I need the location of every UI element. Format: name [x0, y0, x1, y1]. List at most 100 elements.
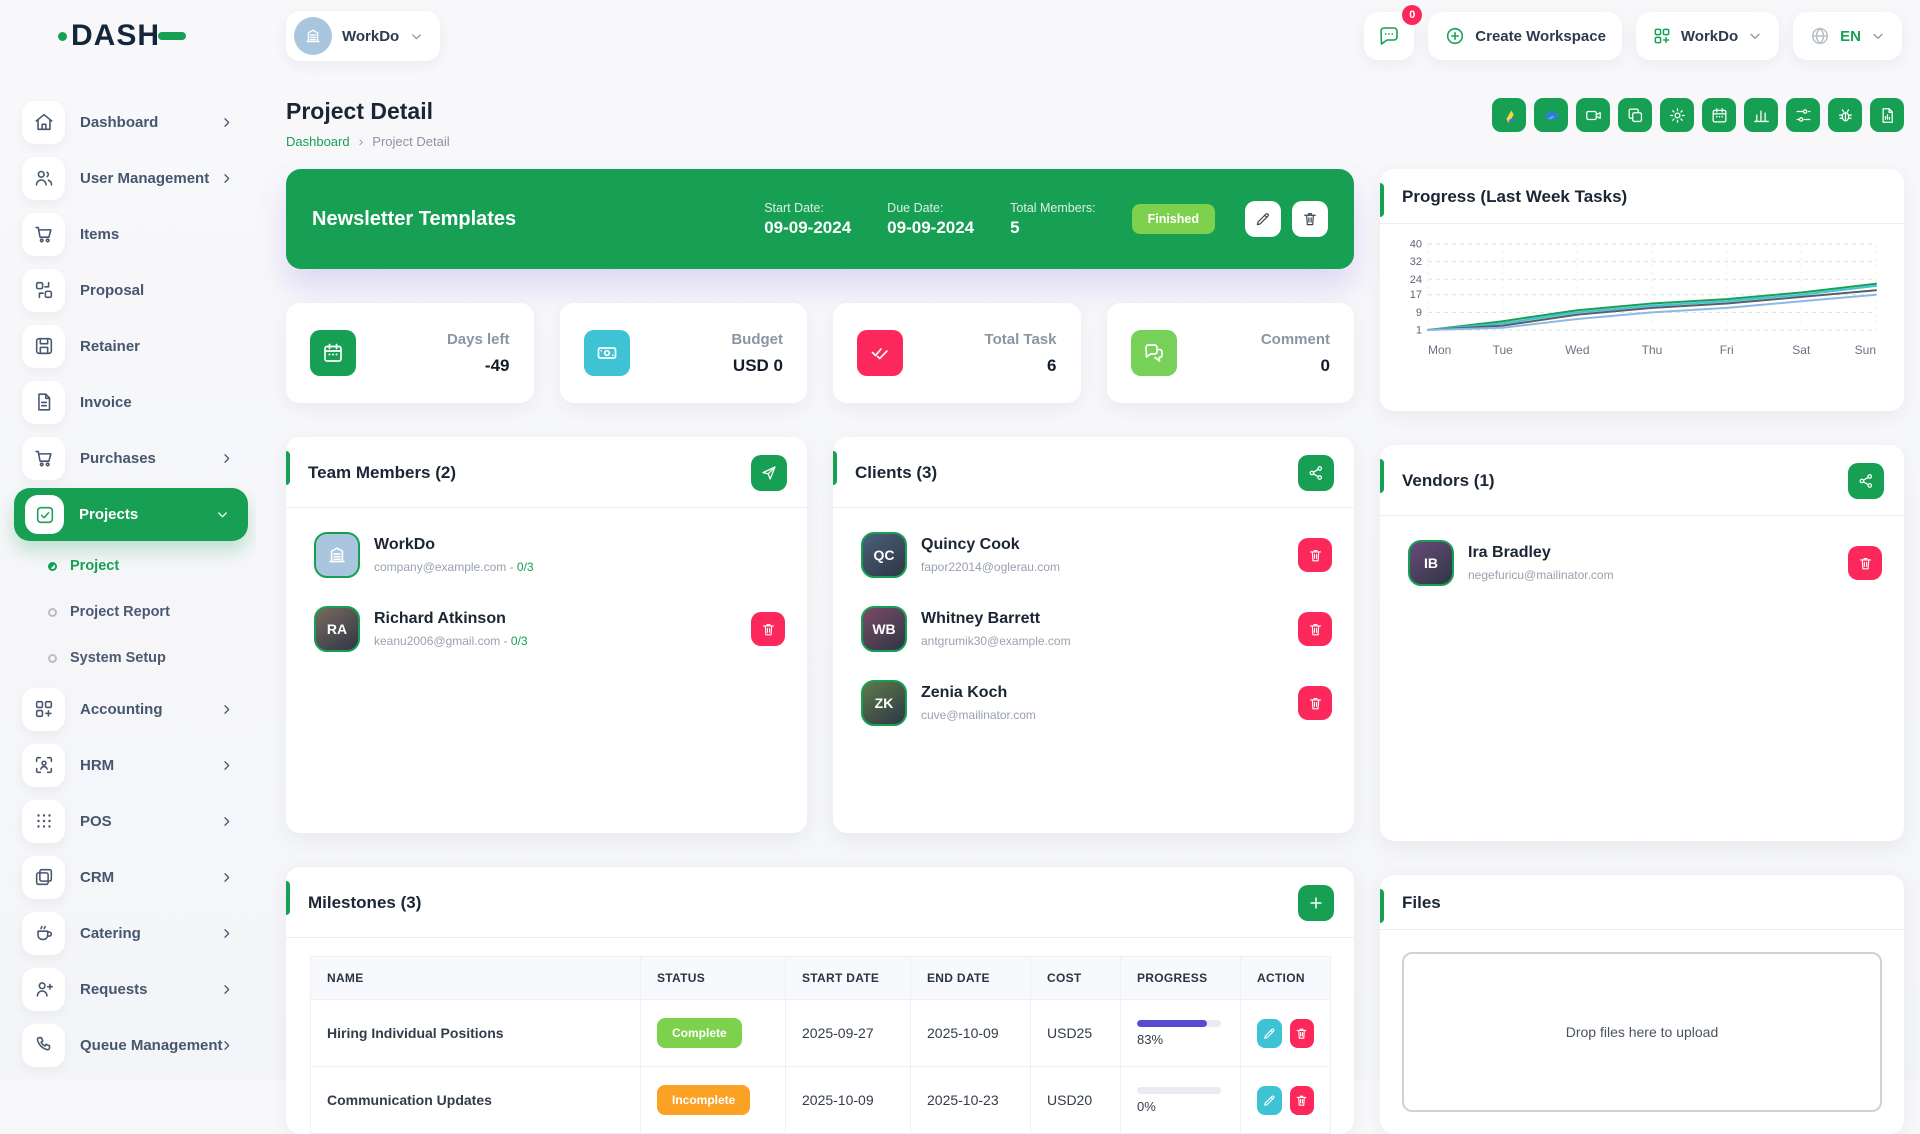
remove-member-button[interactable]: [1848, 546, 1882, 580]
breadcrumb-dashboard-link[interactable]: Dashboard: [286, 134, 350, 149]
file-dropzone[interactable]: Drop files here to upload: [1402, 952, 1882, 1112]
file-report-button[interactable]: [1870, 98, 1904, 132]
copy-button[interactable]: [1618, 98, 1652, 132]
milestone-start-date: 2025-10-09: [786, 1067, 911, 1134]
member-email: cuve@mailinator.com: [921, 708, 1036, 722]
sidebar: Dashboard User ManagementItemsProposalRet…: [0, 72, 256, 1080]
sidebar-subitem-project-report[interactable]: Project Report: [14, 589, 256, 635]
sidebar-item-crm[interactable]: CRM: [14, 849, 256, 905]
onedrive-button[interactable]: [1534, 98, 1568, 132]
delete-project-button[interactable]: [1292, 201, 1328, 237]
sidebar-item-label: Dashboard: [80, 114, 158, 131]
cart-icon: [22, 213, 65, 256]
calendar-button[interactable]: [1702, 98, 1736, 132]
cart-icon: [22, 437, 65, 480]
messages-button[interactable]: 0: [1364, 12, 1414, 60]
sidebar-item-hrm[interactable]: HRM: [14, 737, 256, 793]
language-label: EN: [1840, 28, 1861, 45]
milestone-name: Communication Updates: [311, 1067, 641, 1134]
sidebar-item-dashboard[interactable]: Dashboard: [14, 94, 256, 150]
sidebar-subitem-system-setup[interactable]: System Setup: [14, 635, 256, 681]
chevron-down-icon: [1747, 28, 1763, 44]
remove-member-button[interactable]: [1298, 538, 1332, 572]
progress-bar: [1137, 1020, 1221, 1027]
column-header-start-date: START DATE: [786, 957, 911, 1000]
gear-button[interactable]: [1660, 98, 1694, 132]
sidebar-item-proposal[interactable]: Proposal: [14, 262, 256, 318]
add-milestone-button[interactable]: [1298, 885, 1334, 921]
stat-card-comment: Comment0: [1107, 303, 1355, 403]
sidebar-item-label: Queue Management: [80, 1037, 223, 1054]
bug-icon: [1836, 106, 1855, 125]
chevron-down-icon: [1870, 28, 1886, 44]
sidebar-item-label: POS: [80, 813, 112, 830]
breadcrumb-separator-icon: ›: [359, 133, 364, 149]
column-header-end-date: END DATE: [911, 957, 1031, 1000]
sidebar-item-user-management[interactable]: User Management: [14, 150, 256, 206]
files-card: Files Drop files here to upload: [1380, 875, 1904, 1134]
coffee-icon: [22, 912, 65, 955]
remove-member-button[interactable]: [1298, 612, 1332, 646]
progress-chart: 4032241791MonTueWedThuFriSatSun: [1380, 224, 1904, 369]
timeline-button[interactable]: [1786, 98, 1820, 132]
create-workspace-button[interactable]: Create Workspace: [1428, 12, 1622, 60]
stats-row: Days left-49BudgetUSD 0Total Task6Commen…: [286, 303, 1354, 403]
sidebar-subitem-project[interactable]: Project: [14, 543, 256, 589]
bug-button[interactable]: [1828, 98, 1862, 132]
top-header: DASH WorkDo 0 Create Workspace WorkDo EN: [0, 0, 1920, 72]
progress-title: Progress (Last Week Tasks): [1402, 187, 1627, 207]
double-check-icon: [857, 330, 903, 376]
invite-member-button[interactable]: [751, 455, 787, 491]
chevron-right-icon: [219, 814, 234, 829]
chevron-right-icon: [219, 451, 234, 466]
app-menu-button[interactable]: WorkDo: [1636, 12, 1779, 60]
chevron-down-icon: [215, 507, 230, 522]
member-email: fapor22014@oglerau.com: [921, 560, 1060, 574]
accent-bar: [833, 451, 837, 485]
sidebar-subitem-label: System Setup: [70, 650, 166, 666]
app-logo[interactable]: DASH: [58, 19, 186, 53]
dropzone-text: Drop files here to upload: [1566, 1024, 1719, 1040]
share-clients-button[interactable]: [1298, 455, 1334, 491]
project-status-badge: Finished: [1132, 204, 1215, 234]
sidebar-item-label: Invoice: [80, 394, 132, 411]
edit-milestone-button[interactable]: [1257, 1086, 1282, 1115]
sidebar-subitem-label: Project: [70, 558, 119, 574]
grid-plus-icon: [22, 688, 65, 731]
sidebar-item-retainer[interactable]: Retainer: [14, 318, 256, 374]
delete-milestone-button[interactable]: [1290, 1086, 1315, 1115]
milestone-status-badge: Incomplete: [657, 1085, 750, 1115]
member-name: Ira Bradley: [1468, 544, 1614, 562]
globe-icon: [1809, 25, 1831, 47]
edit-milestone-button[interactable]: [1257, 1019, 1282, 1048]
share-vendors-button[interactable]: [1848, 463, 1884, 499]
sidebar-item-label: Projects: [79, 506, 138, 523]
member-email: antgrumik30@example.com: [921, 634, 1071, 648]
start-date-value: 09-09-2024: [764, 218, 851, 238]
edit-project-button[interactable]: [1245, 201, 1281, 237]
sidebar-item-pos[interactable]: POS: [14, 793, 256, 849]
calendar-icon: [1710, 106, 1729, 125]
column-header-cost: COST: [1031, 957, 1121, 1000]
logo-dot-icon: [58, 32, 67, 41]
workspace-switcher[interactable]: WorkDo: [286, 11, 440, 61]
svg-text:Mon: Mon: [1428, 343, 1451, 357]
sidebar-item-requests[interactable]: Requests: [14, 961, 256, 1017]
milestone-cost: USD25: [1031, 1000, 1121, 1067]
sidebar-item-catering[interactable]: Catering: [14, 905, 256, 961]
bar-chart-button[interactable]: [1744, 98, 1778, 132]
sidebar-item-queue-management[interactable]: Queue Management: [14, 1017, 256, 1073]
video-button[interactable]: [1576, 98, 1610, 132]
gdrive-button[interactable]: [1492, 98, 1526, 132]
sidebar-item-accounting[interactable]: Accounting: [14, 681, 256, 737]
sidebar-item-purchases[interactable]: Purchases: [14, 430, 256, 486]
table-row: Hiring Individual PositionsComplete2025-…: [311, 1000, 1331, 1067]
sidebar-item-invoice[interactable]: Invoice: [14, 374, 256, 430]
sidebar-item-projects[interactable]: Projects: [14, 488, 248, 541]
remove-member-button[interactable]: [1298, 686, 1332, 720]
sidebar-item-items[interactable]: Items: [14, 206, 256, 262]
remove-member-button[interactable]: [751, 612, 785, 646]
delete-milestone-button[interactable]: [1290, 1019, 1315, 1048]
language-selector[interactable]: EN: [1793, 12, 1902, 60]
money-icon: [584, 330, 630, 376]
